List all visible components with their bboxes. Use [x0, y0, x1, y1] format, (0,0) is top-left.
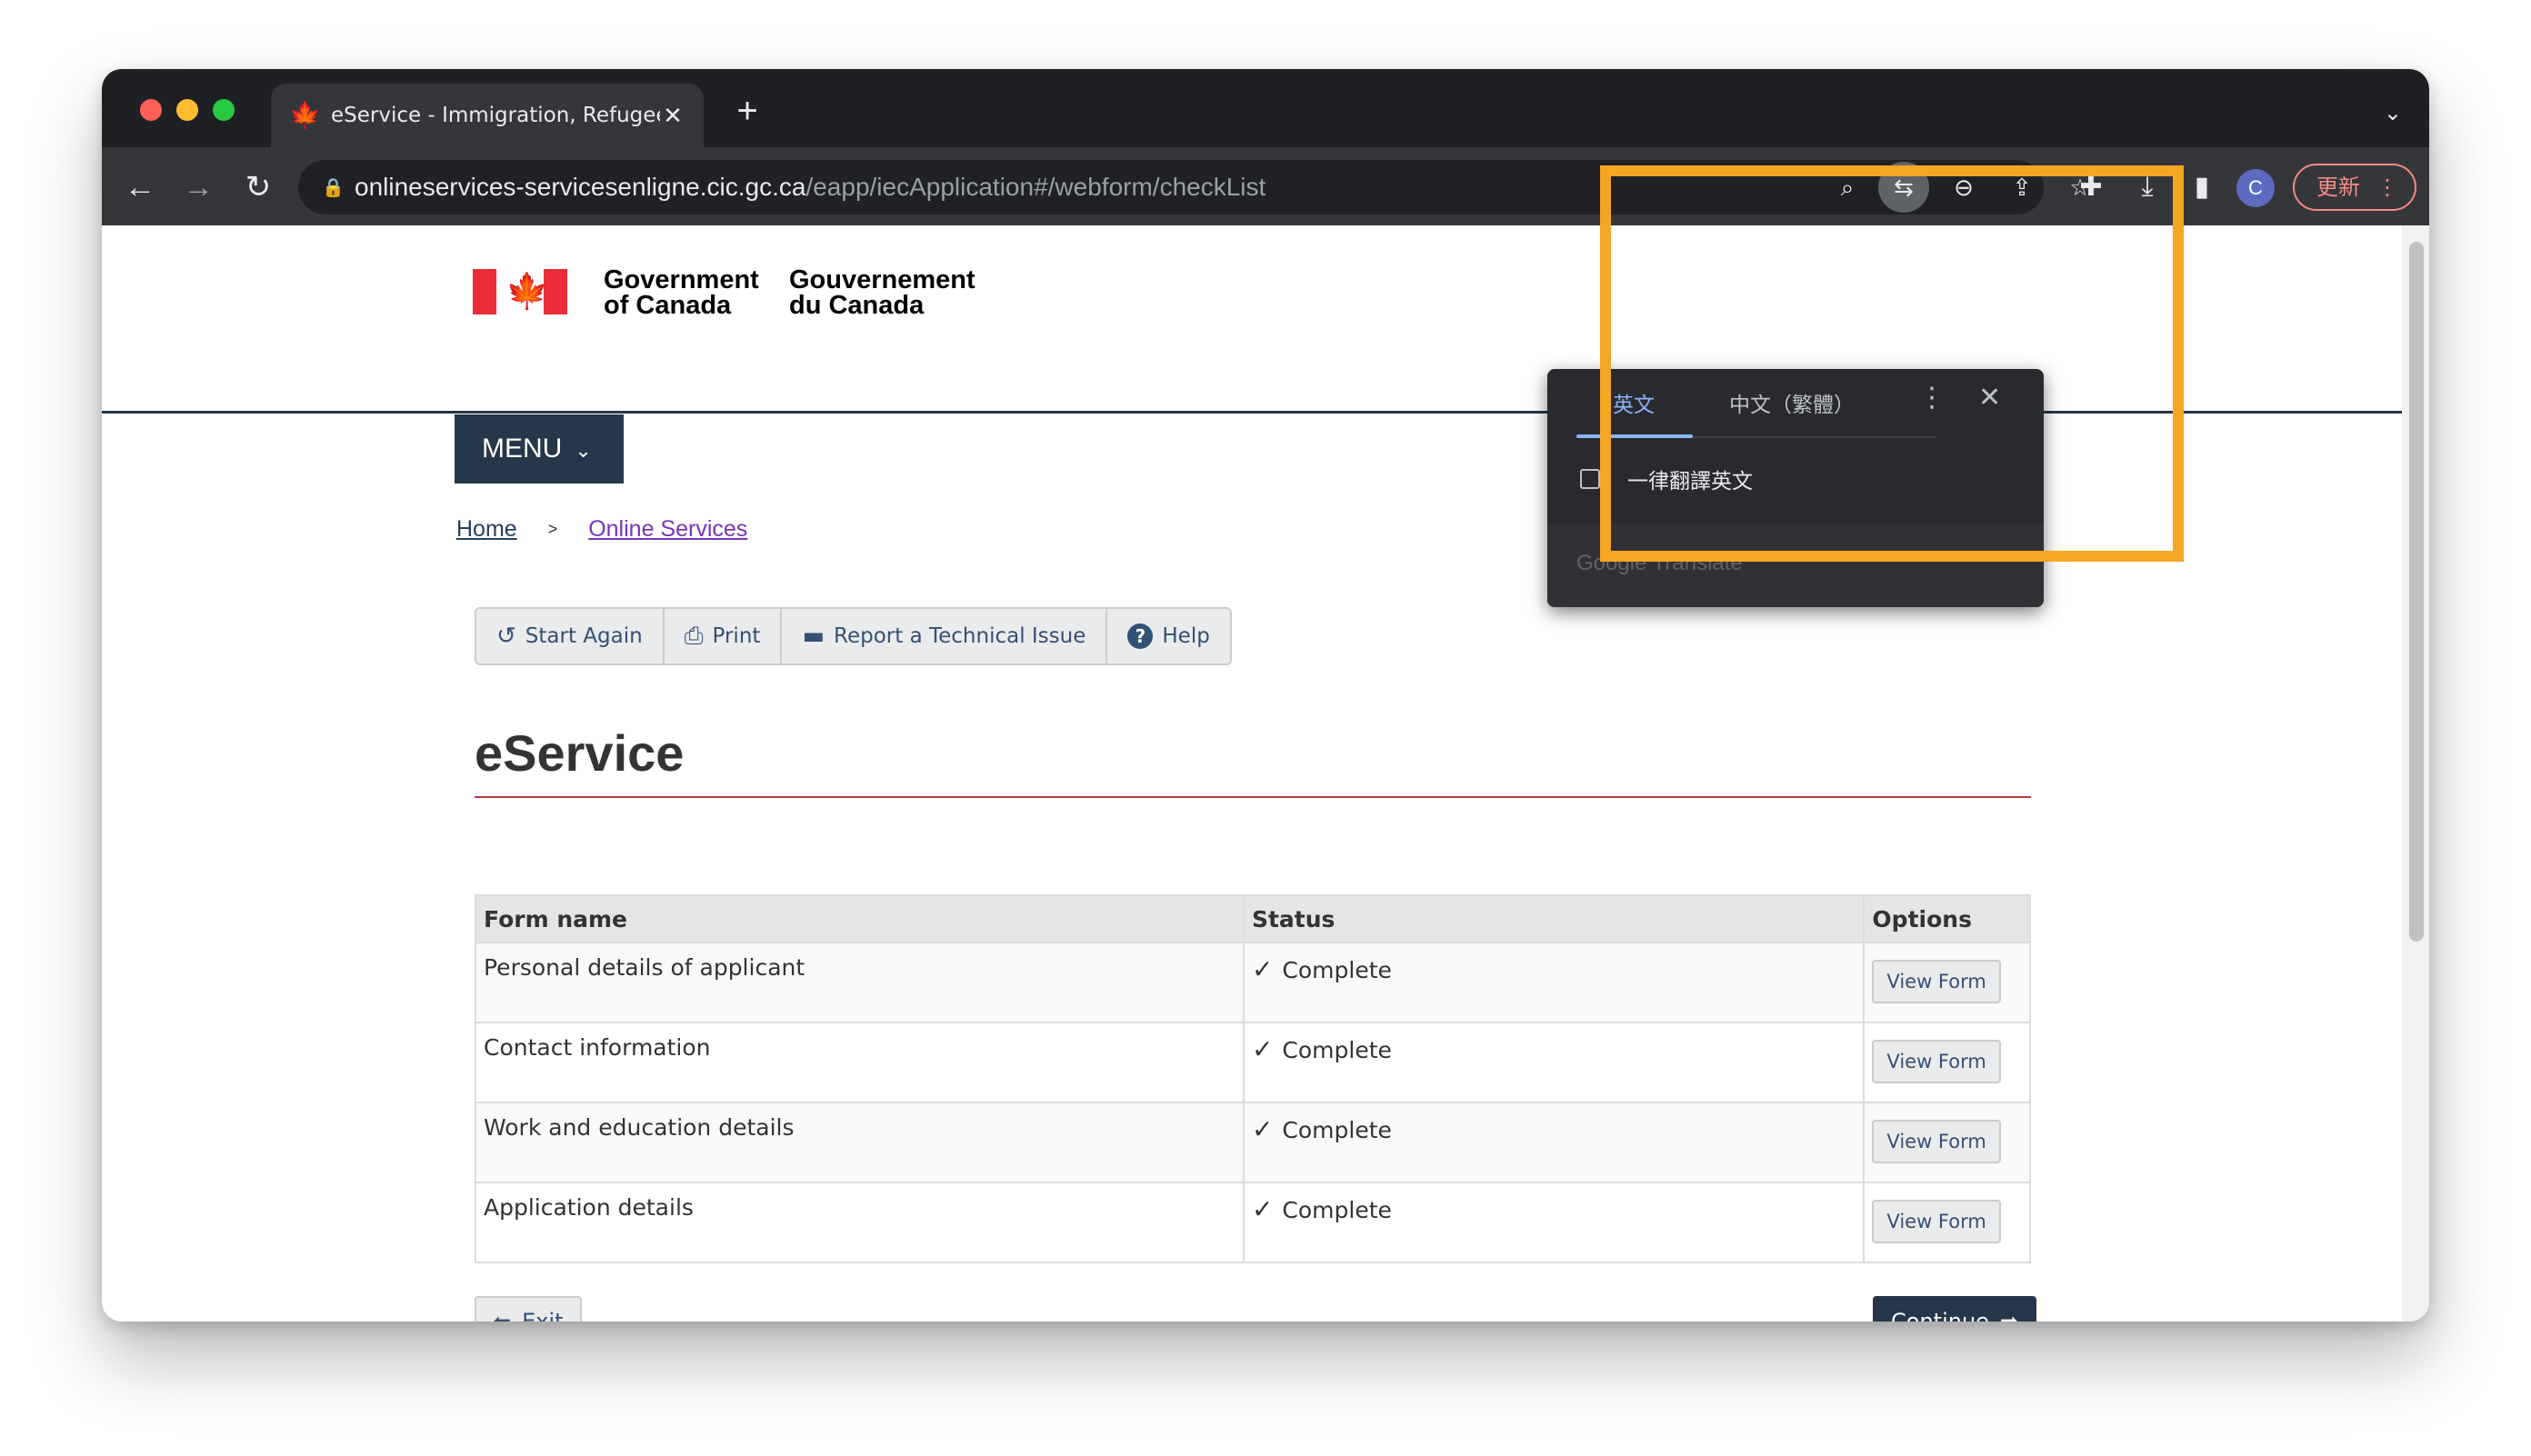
action-button-group: ↺ Start Again ⎙ Print ▬ Report a Technic…	[475, 607, 1232, 665]
start-again-button[interactable]: ↺ Start Again	[476, 609, 665, 663]
more-vert-icon: ⋮	[2376, 175, 2398, 200]
status-cell: ✓ Complete	[1242, 1182, 1866, 1263]
table-row: Personal details of applicant ✓ Complete …	[475, 942, 2031, 1023]
side-panel-icon[interactable]: ▮	[2182, 167, 2222, 207]
lock-icon[interactable]: 🔒	[322, 176, 345, 199]
breadcrumb-online-services[interactable]: Online Services	[588, 516, 747, 543]
reload-icon[interactable]: ↻	[238, 167, 278, 207]
minimize-window-button[interactable]	[176, 99, 198, 121]
chevron-down-icon: ⌄	[575, 439, 592, 462]
update-label: 更新	[2316, 175, 2360, 200]
print-button[interactable]: ⎙ Print	[665, 609, 783, 663]
form-name-cell: Work and education details	[475, 1102, 1245, 1183]
header-status: Status	[1242, 894, 1866, 943]
checkmark-icon: ✓	[1251, 954, 1274, 984]
view-form-button[interactable]: View Form	[1872, 1120, 2001, 1163]
options-cell: View Form	[1863, 1022, 2031, 1103]
view-form-button[interactable]: View Form	[1872, 1040, 2001, 1083]
maximize-window-button[interactable]	[213, 99, 235, 121]
refresh-icon: ↺	[496, 623, 516, 650]
checkmark-icon: ✓	[1251, 1114, 1274, 1144]
back-arrow-icon[interactable]: ←	[120, 167, 160, 207]
exit-button[interactable]: ⬅ Exit	[475, 1296, 582, 1321]
comment-icon: ▬	[802, 623, 825, 650]
form-name-cell: Application details	[475, 1182, 1245, 1263]
header-form-name: Form name	[475, 894, 1245, 943]
signature-english[interactable]: Government of Canada	[604, 267, 759, 319]
forms-table: Form name Status Options Personal detail…	[475, 894, 2031, 1263]
scrollbar[interactable]	[2402, 225, 2429, 1321]
scrollbar-thumb[interactable]	[2409, 242, 2424, 942]
view-form-button[interactable]: View Form	[1872, 960, 2001, 1003]
breadcrumb-home[interactable]: Home	[456, 516, 517, 543]
options-cell: View Form	[1863, 942, 2031, 1023]
continue-button[interactable]: Continue ➡	[1873, 1296, 2037, 1321]
checkmark-icon: ✓	[1251, 1194, 1274, 1224]
update-button[interactable]: 更新 ⋮	[2293, 164, 2416, 211]
signature-french[interactable]: Gouvernement du Canada	[789, 267, 975, 319]
question-circle-icon: ?	[1127, 623, 1154, 649]
table-row: Contact information ✓ Complete View Form	[475, 1022, 2031, 1103]
arrow-right-icon: ➡	[1999, 1309, 2019, 1321]
profile-avatar[interactable]: C	[2236, 169, 2275, 207]
page-title: eService	[475, 724, 685, 782]
breadcrumb: Home > Online Services	[456, 516, 747, 543]
close-window-button[interactable]	[140, 99, 162, 121]
menu-button[interactable]: MENU ⌄	[455, 414, 624, 484]
url-text: onlineservices-servicesenligne.cic.gc.ca…	[355, 173, 1266, 201]
always-translate-checkbox[interactable]	[1580, 469, 1600, 489]
options-cell: View Form	[1863, 1182, 2031, 1263]
checkmark-icon: ✓	[1251, 1034, 1274, 1064]
options-cell: View Form	[1863, 1102, 2031, 1183]
breadcrumb-separator: >	[547, 520, 558, 538]
help-button[interactable]: ? Help	[1107, 609, 1229, 663]
canada-flag-icon: 🍁	[473, 269, 567, 314]
close-tab-icon[interactable]: ✕	[660, 102, 685, 130]
form-name-cell: Personal details of applicant	[475, 942, 1245, 1023]
table-row: Application details ✓ Complete View Form	[475, 1182, 2031, 1263]
forward-arrow-icon[interactable]: →	[178, 167, 218, 207]
highlight-annotation	[1600, 165, 2184, 562]
browser-window: 🍁 eService - Immigration, Refugees ✕ + ⌄…	[102, 69, 2429, 1321]
tab-title: eService - Immigration, Refugees	[331, 104, 660, 127]
arrow-left-icon: ⬅	[493, 1309, 512, 1321]
tab-search-chevron-icon[interactable]: ⌄	[2384, 100, 2402, 126]
maple-leaf-icon: 🍁	[289, 101, 321, 129]
tab-strip: 🍁 eService - Immigration, Refugees ✕ + ⌄	[102, 69, 2429, 147]
new-tab-button[interactable]: +	[729, 93, 765, 129]
browser-tab[interactable]: 🍁 eService - Immigration, Refugees ✕	[271, 84, 704, 147]
status-cell: ✓ Complete	[1242, 1022, 1866, 1103]
status-cell: ✓ Complete	[1242, 1102, 1866, 1183]
printer-icon: ⎙	[684, 622, 704, 650]
title-rule	[475, 796, 2031, 798]
report-issue-button[interactable]: ▬ Report a Technical Issue	[782, 609, 1108, 663]
form-name-cell: Contact information	[475, 1022, 1245, 1103]
header-options: Options	[1863, 894, 2031, 943]
status-cell: ✓ Complete	[1242, 942, 1866, 1023]
view-form-button[interactable]: View Form	[1872, 1200, 2001, 1243]
table-row: Work and education details ✓ Complete Vie…	[475, 1102, 2031, 1183]
